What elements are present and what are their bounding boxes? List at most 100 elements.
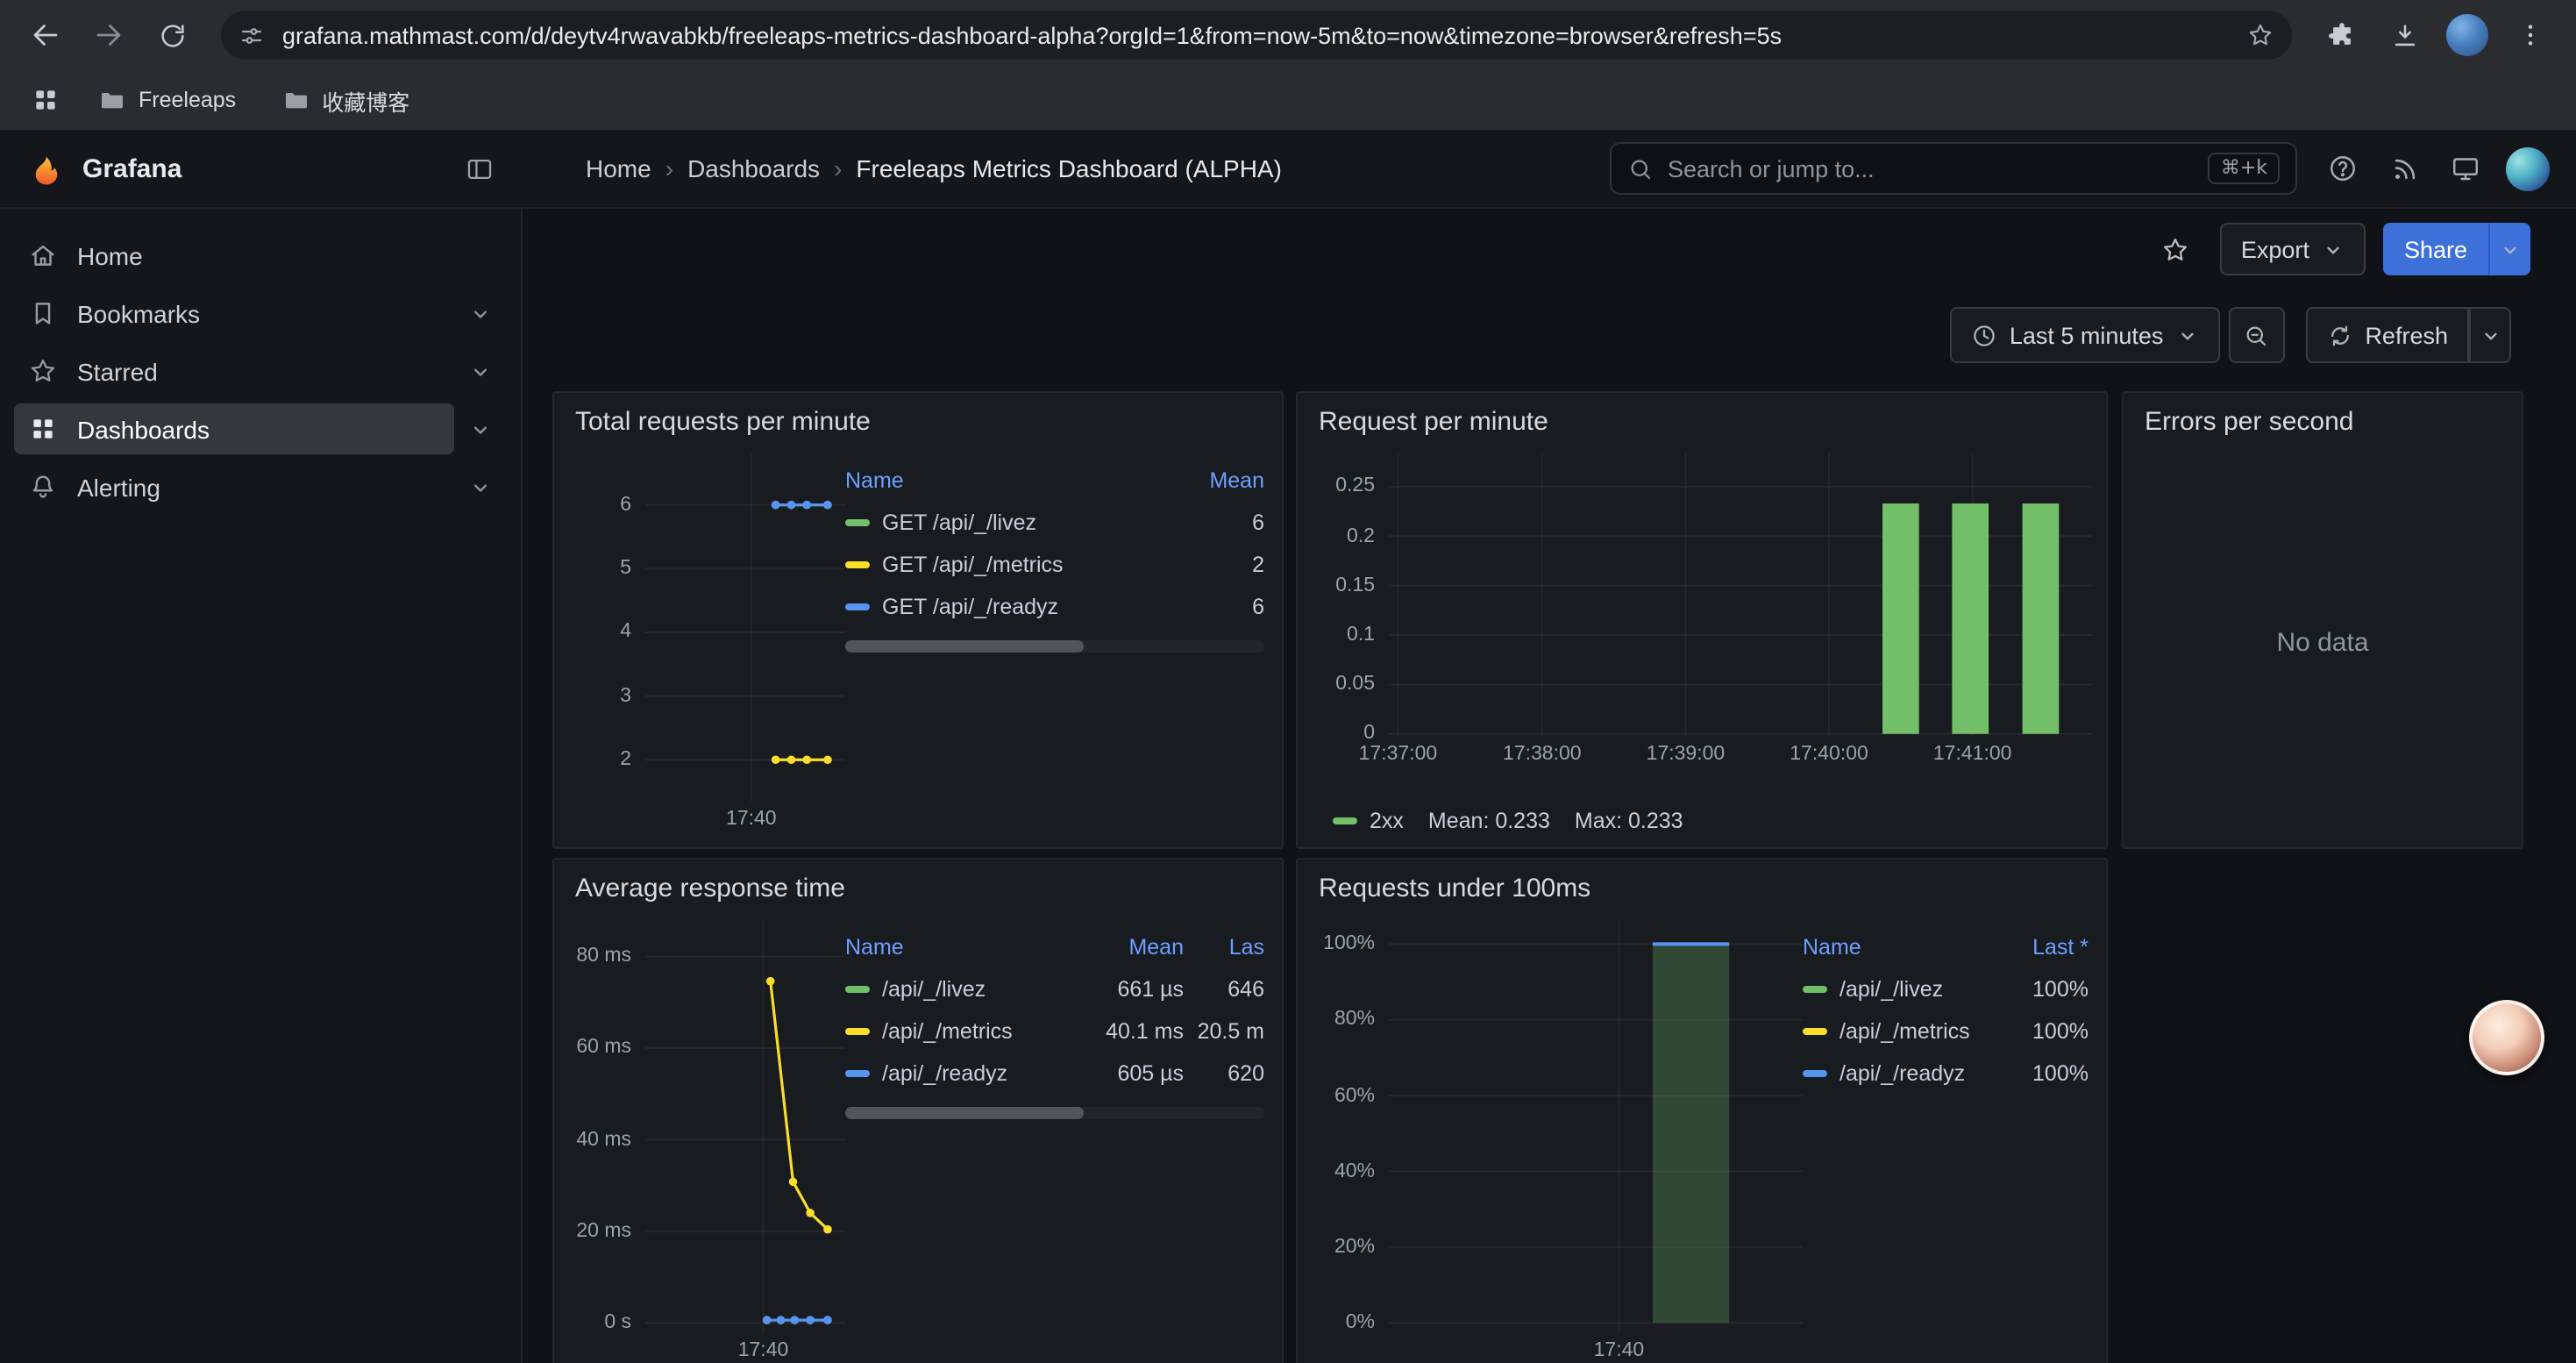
panel-total-requests: Total requests per minute 65432 17:40 Na… [552,391,1284,849]
chevron-right-icon: › [665,154,673,182]
share-menu-chevron[interactable] [2488,223,2530,275]
sidebar-item-label: Home [77,241,143,269]
y-axis-label: 0 [1363,724,1375,745]
menu-kebab-icon[interactable] [2502,7,2558,63]
bookmark-folder-freeleaps[interactable]: Freeleaps [81,77,253,123]
legend-row[interactable]: /api/_/readyz 605 µs 620 [845,1053,1264,1095]
share-button[interactable]: Share [2383,223,2488,275]
legend-row[interactable]: GET /api/_/livez 6 [845,502,1264,544]
y-axis-label: 0 s [604,1312,631,1333]
reload-button[interactable] [144,7,200,63]
chevron-down-icon [468,359,493,383]
user-avatar[interactable] [2502,144,2551,193]
legend-header-name[interactable]: Name [845,468,1163,493]
legend-row[interactable]: /api/_/metrics 100% [1803,1010,2089,1053]
legend-scrollbar[interactable] [845,1107,1264,1119]
news-button[interactable] [2380,144,2429,193]
profile-avatar[interactable] [2439,7,2495,63]
refresh-button[interactable]: Refresh [2305,307,2469,363]
legend-row[interactable]: 2xx Mean: 0.233 Max: 0.233 [1312,802,2092,840]
star-icon [28,356,58,386]
legend-row[interactable]: /api/_/livez 661 µs 646 [845,968,1264,1010]
legend-row[interactable]: /api/_/readyz 100% [1803,1053,2089,1095]
grafana-logo[interactable] [28,150,65,187]
downloads-icon[interactable] [2376,7,2432,63]
series-color-chip [845,603,870,610]
panel-title[interactable]: Requests under 100ms [1298,860,2106,912]
series-mean: 2 [1163,553,1264,577]
puzzle-icon [2326,20,2356,50]
time-range-picker[interactable]: Last 5 minutes [1950,307,2220,363]
chevron-down-icon [2322,238,2345,260]
panel-title[interactable]: Errors per second [2124,393,2522,446]
chevron-down-icon [468,475,493,499]
expand-alerting-chevron[interactable] [461,467,500,506]
site-settings-icon[interactable] [238,22,265,48]
expand-bookmarks-chevron[interactable] [461,294,500,332]
dashboards-grid-icon [28,414,58,444]
legend-row[interactable]: GET /api/_/readyz 6 [845,586,1264,628]
expand-starred-chevron[interactable] [461,352,500,390]
series-color-chip [845,561,870,568]
average-response-time-plot[interactable]: 17:40 [645,919,845,1361]
panel-title[interactable]: Request per minute [1298,393,2106,446]
legend-header-mean[interactable]: Mean [1071,935,1184,960]
favorite-star-button[interactable] [2150,223,2202,275]
total-requests-chart: 65432 17:40 [568,453,845,840]
panel-title[interactable]: Total requests per minute [554,393,1282,446]
dock-menu-button[interactable] [465,153,495,183]
series-color-chip [1803,1070,1827,1077]
y-axis-label: 3 [620,686,631,707]
legend-header-name[interactable]: Name [1803,935,1987,960]
breadcrumb-dashboards[interactable]: Dashboards [687,154,820,182]
bookmark-label: 收藏博客 [322,83,409,117]
scrollbar-thumb[interactable] [845,1107,1084,1119]
y-axis: 80 ms60 ms40 ms20 ms0 s [568,919,645,1363]
series-max: Max: 0.233 [1575,809,1683,833]
apps-grid-icon[interactable] [21,75,70,125]
search-input[interactable]: Search or jump to... ⌘+k [1610,142,2297,195]
legend-scrollbar[interactable] [845,640,1264,653]
y-axis-label: 2 [620,749,631,770]
panel-title[interactable]: Average response time [554,860,1282,912]
requests-under-100ms-plot[interactable]: 17:40 [1389,919,1803,1361]
legend-row[interactable]: /api/_/livez 100% [1803,968,2089,1010]
expand-dashboards-chevron[interactable] [461,410,500,448]
url-bar[interactable]: grafana.mathmast.com/d/deytv4rwavabkb/fr… [221,11,2292,60]
y-axis-label: 80% [1334,1010,1375,1031]
series-name: GET /api/_/livez [882,510,1036,535]
bookmark-star-icon[interactable] [2246,21,2274,49]
total-requests-plot[interactable]: 17:40 [645,453,845,830]
request-per-minute-plot[interactable]: 17:37:0017:38:0017:39:0017:40:0017:41:00 [1389,453,2092,765]
refresh-interval-chevron[interactable] [2469,307,2511,363]
bell-icon [28,472,58,502]
panel-requests-under-100ms: Requests under 100ms 100%80%60%40%20%0% … [1296,858,2108,1363]
sidebar-item-home[interactable]: Home [14,230,500,281]
bookmark-folder-blogs[interactable]: 收藏博客 [264,77,427,123]
x-axis-label: 17:37:00 [1359,744,1438,765]
legend-header-name[interactable]: Name [845,935,1071,960]
kiosk-mode-button[interactable] [2441,144,2490,193]
y-axis-label: 40% [1334,1160,1375,1181]
share-label: Share [2404,236,2467,262]
legend-header-mean[interactable]: Mean [1163,468,1264,493]
sidebar: Home Bookmarks St [0,209,523,1363]
extensions-icon[interactable] [2313,7,2369,63]
sidebar-item-bookmarks[interactable]: Bookmarks [14,288,454,339]
assistant-avatar[interactable] [2469,1000,2544,1075]
zoom-out-button[interactable] [2228,307,2284,363]
legend-header-last[interactable]: Last * [1987,935,2089,960]
forward-button[interactable] [81,7,137,63]
back-button[interactable] [18,7,74,63]
sidebar-item-dashboards[interactable]: Dashboards [14,403,454,454]
series-last: 100% [1987,1061,2089,1086]
legend-row[interactable]: /api/_/metrics 40.1 ms 20.5 m [845,1010,1264,1053]
help-button[interactable] [2318,144,2367,193]
breadcrumb-home[interactable]: Home [586,154,651,182]
scrollbar-thumb[interactable] [845,640,1084,653]
legend-header-last[interactable]: Las [1184,935,1264,960]
sidebar-item-starred[interactable]: Starred [14,346,454,396]
legend-row[interactable]: GET /api/_/metrics 2 [845,544,1264,586]
sidebar-item-alerting[interactable]: Alerting [14,461,454,512]
export-button[interactable]: Export [2220,223,2366,275]
